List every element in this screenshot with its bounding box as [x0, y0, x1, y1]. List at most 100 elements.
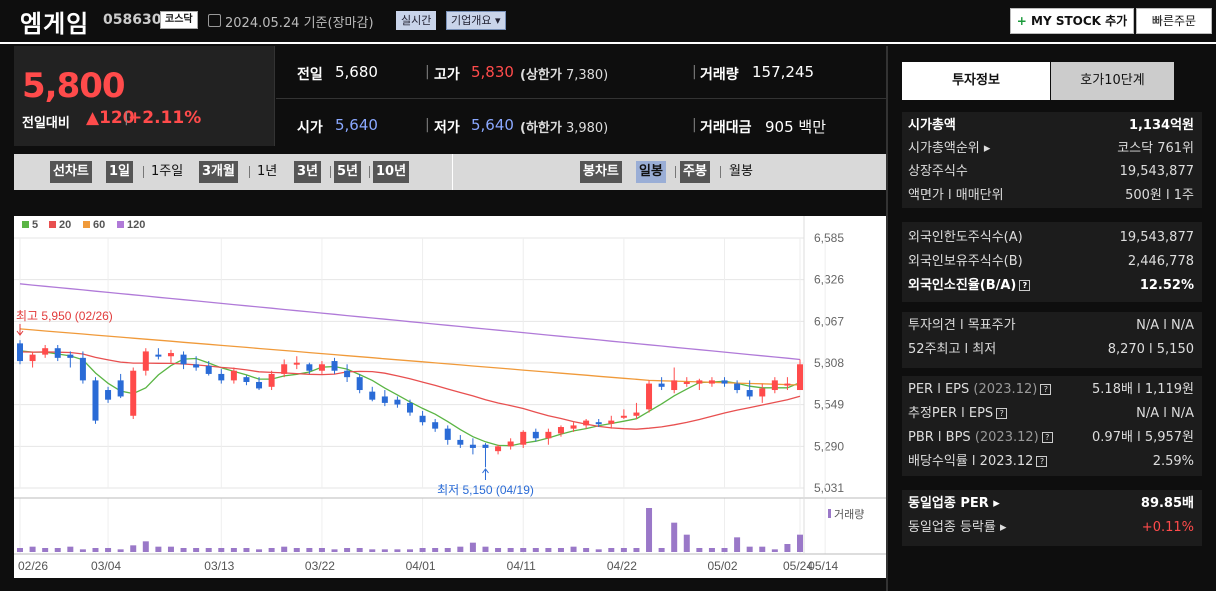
volume-bar: [243, 548, 250, 552]
volume-label: 거래량: [700, 67, 739, 83]
info-row: 상장주식수 19,543,877: [908, 164, 1194, 179]
volume-bar: [595, 549, 602, 552]
tab-candle-chart[interactable]: 봉차트: [580, 161, 622, 183]
volume-bar: [394, 549, 401, 552]
candle-body: [545, 431, 552, 439]
change-percent: +2.11%: [128, 108, 202, 128]
amount-label: 거래대금: [700, 120, 752, 136]
stock-chart: 6,585 6,326 6,067 5,808 5,549 5,290 5,031 5 20 60…: [14, 216, 886, 573]
candle-body: [356, 377, 363, 391]
divider: [276, 98, 886, 99]
tab-line-chart[interactable]: 선차트: [50, 161, 92, 183]
y-tick-label: 6,585: [814, 231, 844, 245]
tab-orderbook-10[interactable]: 호가10단계: [1051, 62, 1174, 100]
my-stock-add-button[interactable]: + MY STOCK 추가: [1010, 8, 1134, 34]
tab-daily[interactable]: 일봉: [636, 161, 666, 183]
volume-bar: [381, 549, 388, 552]
realtime-button[interactable]: 실시간: [396, 11, 437, 30]
volume-bar: [457, 546, 464, 552]
tab-1week[interactable]: 1주일: [148, 161, 186, 183]
high-value: 5,830: [471, 63, 514, 81]
candle-body: [230, 370, 237, 381]
tab-weekly[interactable]: 주봉: [680, 161, 710, 183]
volume-bar: [105, 548, 112, 552]
candle-body: [797, 364, 803, 391]
legend-swatch: [117, 221, 124, 228]
legend-swatch: [49, 221, 56, 228]
candle-body: [243, 377, 250, 382]
ma5-line: [19, 350, 801, 447]
open-label: 시가: [297, 120, 323, 136]
volume-bar: [67, 546, 74, 552]
volume-bar: [407, 549, 413, 552]
volume-bar: [42, 548, 49, 552]
change-label: 전일대비: [22, 116, 70, 131]
candle-body: [205, 365, 212, 374]
volume-bar: [155, 546, 162, 552]
tab-investment-info[interactable]: 투자정보: [902, 62, 1050, 100]
x-tick-label: 04/22: [607, 559, 637, 573]
tab-1day[interactable]: 1일: [106, 161, 134, 183]
volume-bar: [658, 548, 665, 552]
divider: [330, 166, 331, 178]
fast-order-button[interactable]: 빠른주문: [1136, 8, 1212, 34]
volume-bar: [746, 546, 753, 552]
volume-bar: [167, 546, 174, 552]
candle-body: [595, 422, 602, 425]
tab-3month[interactable]: 3개월: [199, 161, 238, 183]
info-row: 외국인소진율(B/A)? 12.52%: [908, 278, 1194, 293]
candle-body: [306, 364, 313, 371]
volume-bar: [318, 548, 325, 552]
x-tick-label: 02/26: [18, 559, 48, 573]
candle-body: [293, 362, 300, 365]
volume-bar: [344, 548, 351, 552]
info-row: 외국인한도주식수(A) 19,543,877: [908, 230, 1194, 245]
candle-body: [67, 354, 74, 358]
company-overview-button[interactable]: 기업개요 ▾: [446, 11, 506, 30]
volume-bar: [507, 548, 514, 552]
candle-body: [331, 361, 338, 371]
help-icon[interactable]: ?: [1036, 456, 1048, 467]
tab-10year[interactable]: 10년: [373, 161, 410, 183]
candle-body: [29, 354, 36, 362]
volume-bar: [469, 542, 476, 552]
info-row: 동일업종 등락률 ▸ +0.11%: [908, 520, 1194, 535]
tab-5year[interactable]: 5년: [334, 161, 362, 183]
prev-close-value: 5,680: [335, 63, 378, 81]
volume-bar: [721, 548, 728, 552]
candle-body: [142, 351, 149, 371]
x-tick-label: 05/02: [708, 559, 738, 573]
help-icon[interactable]: ?: [996, 408, 1008, 419]
volume-bar: [29, 546, 36, 552]
ma60-line: [19, 328, 801, 386]
candle-body: [419, 415, 426, 423]
info-row: 액면가 l 매매단위 500원 l 1주: [908, 188, 1194, 203]
tab-3year[interactable]: 3년: [294, 161, 322, 183]
info-row: 시가총액순위 ▸ 코스닥 761위: [908, 141, 1194, 156]
amount-value: 905 백만: [765, 118, 826, 136]
candle-body: [734, 383, 741, 391]
candle-body: [683, 381, 690, 384]
calendar-icon: [208, 14, 221, 27]
info-row: 추정PER l EPS? N/A l N/A: [908, 406, 1194, 421]
candle-body: [671, 380, 678, 391]
candle-body: [482, 444, 489, 448]
volume-bar: [583, 548, 590, 552]
volume-bar: [482, 546, 489, 552]
info-row: 52주최고 l 최저 8,270 l 5,150: [908, 342, 1194, 357]
divider: [886, 46, 888, 591]
candle-body: [281, 364, 288, 374]
volume-bar: [17, 548, 23, 552]
help-icon[interactable]: ?: [1040, 384, 1052, 395]
volume-bar: [142, 541, 149, 552]
help-icon[interactable]: ?: [1041, 432, 1053, 443]
candle-body: [759, 388, 766, 397]
help-icon[interactable]: ?: [1019, 280, 1031, 291]
divider: |: [425, 117, 430, 133]
volume-bar: [218, 548, 225, 552]
tab-1year[interactable]: 1년: [254, 161, 280, 183]
candle-body: [268, 373, 275, 387]
tab-monthly[interactable]: 월봉: [726, 161, 756, 183]
volume-bar: [54, 548, 61, 552]
volume-bar: [369, 549, 376, 552]
